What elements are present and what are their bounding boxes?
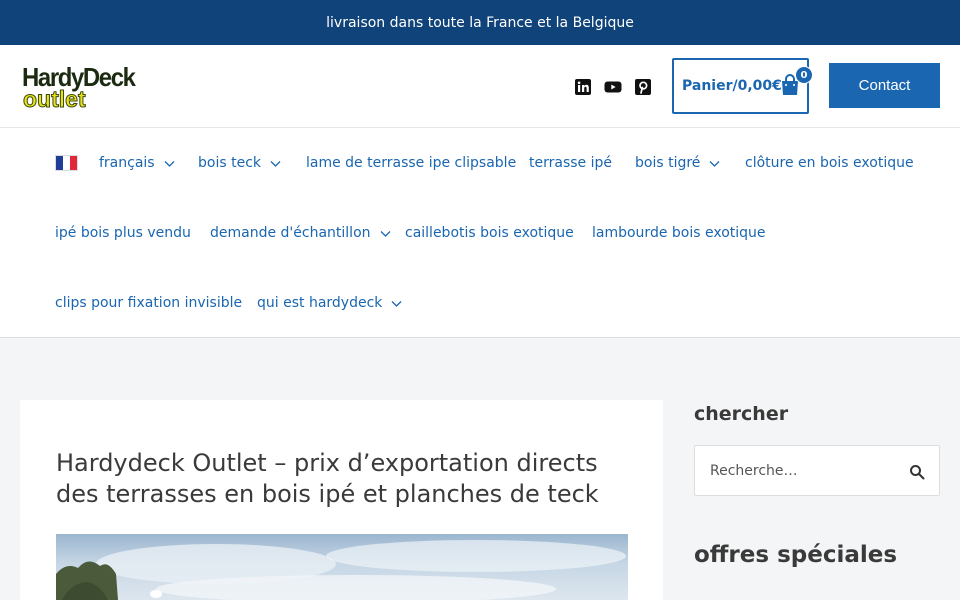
top-announcement-bar: livraison dans toute la France et la Bel… [0,0,960,45]
hero-image [56,534,628,600]
nav-item-bois-tigre[interactable]: bois tigré [635,128,720,198]
chevron-down-icon [391,300,402,307]
main-navigation: français bois teck lame de terrasse ipe … [0,128,960,338]
nav-item-qui-est-hardydeck[interactable]: qui est hardydeck [257,268,402,338]
search-widget-title: chercher [694,403,789,425]
cart-count-badge: 0 [795,66,813,84]
main-content-card: Hardydeck Outlet – prix d’exportation di… [20,400,663,600]
site-header: HardyDeck outlet Panier/0,00€ 0 Contact [0,45,960,128]
nav-item-bois-teck[interactable]: bois teck [198,128,281,198]
announcement-text: livraison dans toute la France et la Bel… [326,14,634,31]
nav-item-label: ipé bois plus vendu [55,225,191,241]
nav-item-cloture-bois-exotique[interactable]: clôture en bois exotique [745,128,914,198]
nav-item-label: terrasse ipé [529,155,612,171]
nav-item-lambourde-bois-exotique[interactable]: lambourde bois exotique [592,198,766,268]
chevron-down-icon [380,230,390,237]
nav-item-label: français [99,155,155,171]
cart-button[interactable]: Panier/0,00€ 0 [672,58,813,114]
search-form [694,445,940,496]
nav-item-ipe-bois-plus-vendu[interactable]: ipé bois plus vendu [55,198,191,268]
nav-item-caillebotis-bois-exotique[interactable]: caillebotis bois exotique [405,198,574,268]
nav-item-label: caillebotis bois exotique [405,225,574,241]
nav-item-lame-terrasse-ipe-clipsable[interactable]: lame de terrasse ipe clipsable [306,128,516,198]
chevron-down-icon [164,160,175,167]
nav-item-label: clôture en bois exotique [745,155,914,171]
search-input[interactable] [710,460,895,482]
nav-item-demande-echantillon[interactable]: demande d'échantillon [210,198,391,268]
nav-item-label: lame de terrasse ipe clipsable [306,155,517,171]
nav-item-label: clips pour fixation invisible [55,295,243,311]
chevron-down-icon [270,160,281,167]
page-title: Hardydeck Outlet – prix d’exportation di… [56,449,599,508]
chevron-down-icon [709,160,720,167]
linkedin-icon[interactable] [574,78,592,96]
nav-item-label: demande d'échantillon [210,225,371,241]
contact-button[interactable]: Contact [829,63,940,108]
pinterest-icon[interactable] [634,78,652,96]
nav-item-label: bois tigré [635,155,701,171]
logo-line2: outlet [23,86,87,112]
cart-label: Panier/0,00€ [682,78,782,94]
french-flag-icon [55,155,78,171]
special-offers-title: offres spéciales [694,542,898,568]
nav-item-label: qui est hardydeck [257,295,383,311]
nav-item-label: lambourde bois exotique [592,225,766,241]
search-icon[interactable] [909,464,925,480]
nav-item-label: bois teck [198,155,261,171]
nav-item-clips-fixation-invisible[interactable]: clips pour fixation invisible [55,268,242,338]
nav-item-francais[interactable]: français [99,128,175,198]
youtube-icon[interactable] [604,78,622,96]
site-logo[interactable]: HardyDeck outlet [22,64,144,112]
nav-item-terrasse-ipe[interactable]: terrasse ipé [529,128,612,198]
